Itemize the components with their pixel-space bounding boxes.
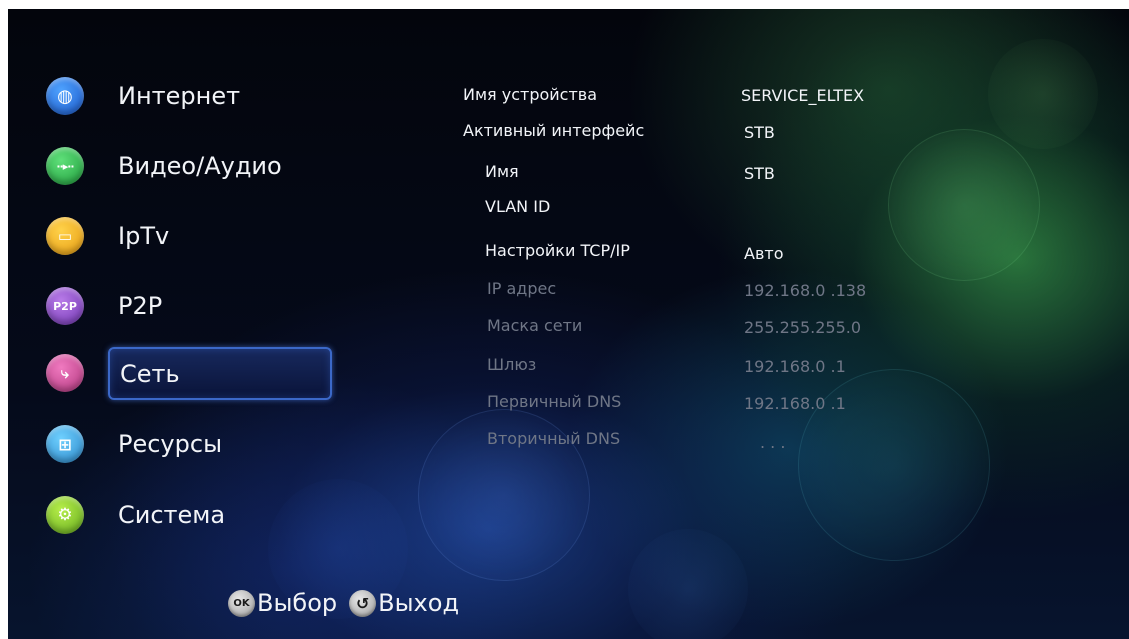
primary-dns-value: 192.168.0 .1 [744, 394, 846, 413]
ip-address-label: IP адрес [487, 279, 557, 298]
menu-item-label: Видео/Аудио [118, 152, 282, 180]
tcpip-settings-value[interactable]: Авто [744, 244, 783, 263]
device-name-label: Имя устройства [463, 85, 598, 104]
menu-item-p2p[interactable]: P2P [108, 283, 332, 329]
ok-hint-label: Выбор [257, 589, 338, 617]
network-settings-screen: ◍ Интернет ··▸·· Видео/Аудио ▭ IpTv P2P … [8, 9, 1129, 639]
back-hint[interactable]: ↺ Выход [349, 589, 459, 617]
secondary-dns-label: Вторичный DNS [487, 429, 621, 448]
background-bokeh [988, 39, 1098, 149]
device-name-value: SERVICE_ELTEX [741, 86, 865, 105]
p2p-icon: P2P [46, 287, 84, 325]
menu-item-network[interactable]: Сеть [108, 347, 332, 400]
menu-item-label: Сеть [120, 359, 180, 388]
ok-button-icon: OK [228, 589, 255, 617]
netmask-value: 255.255.255.0 [744, 318, 862, 337]
active-interface-value[interactable]: STB [744, 123, 775, 142]
menu-item-iptv[interactable]: IpTv [108, 213, 332, 259]
interface-name-value[interactable]: STB [744, 164, 775, 183]
back-hint-label: Выход [378, 589, 460, 617]
menu-item-label: P2P [118, 292, 163, 320]
background-bokeh [888, 129, 1040, 281]
network-icon: ⤷ [46, 354, 84, 392]
remote-hints-bar: OK Выбор ↺ Выход [228, 589, 471, 617]
menu-item-label: IpTv [118, 222, 170, 250]
background-bokeh [628, 529, 748, 639]
primary-dns-label: Первичный DNS [487, 392, 622, 411]
gateway-value: 192.168.0 .1 [744, 357, 846, 376]
menu-item-system[interactable]: Система [108, 492, 332, 538]
tcpip-settings-label: Настройки TCP/IP [485, 241, 630, 260]
globe-icon: ◍ [46, 77, 84, 115]
netmask-label: Маска сети [487, 316, 583, 335]
active-interface-label: Активный интерфейс [463, 121, 645, 140]
menu-item-label: Интернет [118, 82, 241, 110]
resources-icon: ⊞ [46, 425, 84, 463]
ok-hint[interactable]: OK Выбор [228, 589, 337, 617]
tv-screen-icon: ▭ [46, 217, 84, 255]
ip-address-value: 192.168.0 .138 [744, 281, 867, 300]
interface-name-label: Имя [485, 162, 519, 181]
vlan-id-label: VLAN ID [485, 197, 551, 216]
menu-item-internet[interactable]: Интернет [108, 73, 332, 119]
menu-item-resources[interactable]: Ресурсы [108, 421, 332, 467]
media-play-icon: ··▸·· [46, 147, 84, 185]
settings-gears-icon: ⚙ [46, 496, 84, 534]
menu-item-video-audio[interactable]: Видео/Аудио [108, 143, 332, 189]
secondary-dns-value: . . . [760, 433, 786, 452]
menu-item-label: Ресурсы [118, 430, 223, 458]
gateway-label: Шлюз [487, 355, 537, 374]
back-button-icon: ↺ [349, 589, 377, 617]
menu-item-label: Система [118, 501, 226, 529]
